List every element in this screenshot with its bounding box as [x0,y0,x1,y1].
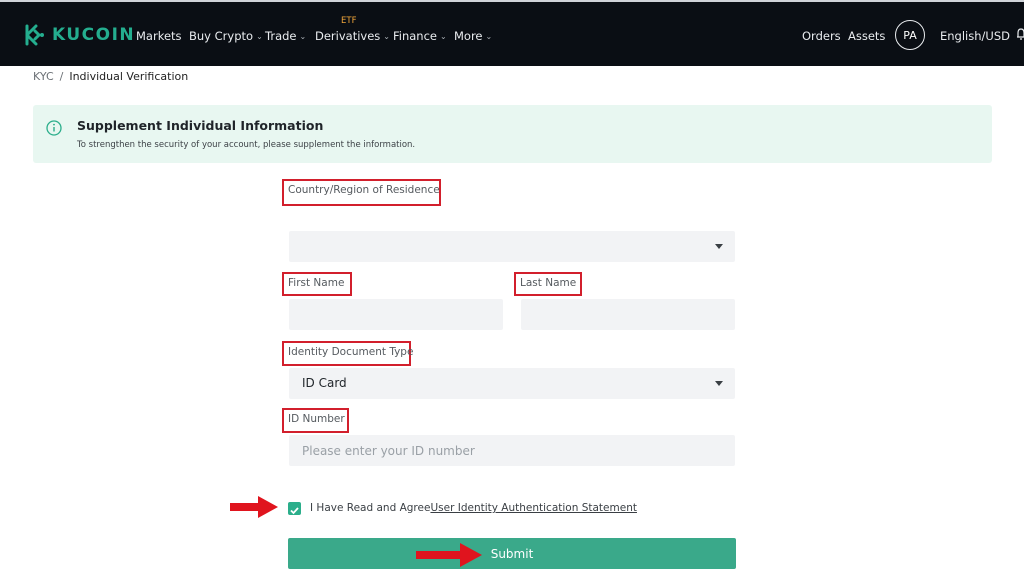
doc-type-label: Identity Document Type [282,341,414,366]
language-currency-selector[interactable]: English/USD [940,29,1010,43]
country-label: Country/Region of Residence [282,179,441,206]
nav-more-label: More [454,29,483,43]
id-number-input[interactable]: Please enter your ID number [289,435,735,466]
nav-markets-label: Markets [136,29,182,43]
submit-label: Submit [490,546,534,561]
avatar-initials: PA [903,28,917,42]
notice-description: To strengthen the security of your accou… [77,140,416,150]
last-name-input[interactable] [521,299,735,330]
chevron-down-icon: ⌄ [485,31,493,41]
chevron-down-icon: ⌄ [440,31,447,41]
country-select[interactable] [289,231,735,262]
bell-icon[interactable] [1016,28,1024,40]
etf-badge: ETF [341,16,357,26]
id-number-placeholder: Please enter your ID number [302,444,475,458]
doc-type-select[interactable]: ID Card [289,368,735,399]
breadcrumb-separator: / [59,70,64,83]
red-arrow-annotation [230,496,278,518]
kucoin-logo[interactable]: KUCOIN [24,24,135,46]
id-number-label-text: ID Number [288,413,345,425]
user-identity-statement-link[interactable]: User Identity Authentication Statement [430,502,637,514]
id-number-label: ID Number [282,408,349,433]
brand-name: KUCOIN [52,25,136,45]
breadcrumb: KYC / Individual Verification [33,70,188,83]
caret-down-icon [715,244,723,249]
nav-derivatives[interactable]: Derivatives ⌄ [315,29,390,43]
assets-link[interactable]: Assets [848,29,885,43]
notice-title: Supplement Individual Information [77,118,324,133]
orders-link[interactable]: Orders [802,29,841,43]
checkmark-icon [290,507,299,515]
doc-type-value: ID Card [302,376,347,390]
nav-buy-crypto-label: Buy Crypto [189,29,254,43]
breadcrumb-kyc[interactable]: KYC [33,70,54,83]
nav-derivatives-label: Derivatives [315,29,381,43]
info-notice: Supplement Individual Information To str… [33,105,992,163]
nav-buy-crypto[interactable]: Buy Crypto ⌄ [189,29,263,43]
first-name-label-text: First Name [288,277,345,289]
caret-down-icon [715,381,723,386]
nav-trade-label: Trade [265,29,297,43]
agree-prefix: I Have Read and Agree [310,502,431,514]
info-icon [46,120,62,136]
nav-finance[interactable]: Finance ⌄ [393,29,447,43]
nav-markets[interactable]: Markets [136,29,182,43]
chevron-down-icon: ⌄ [256,31,263,41]
avatar[interactable]: PA [895,20,925,50]
first-name-label: First Name [282,272,352,296]
last-name-label-text: Last Name [520,277,577,289]
country-label-text: Country/Region of Residence [288,184,440,196]
nav-finance-label: Finance [393,29,437,43]
doc-type-label-text: Identity Document Type [288,346,414,358]
nav-trade[interactable]: Trade ⌄ [265,29,306,43]
nav-more[interactable]: More ⌄ [454,29,492,43]
last-name-label: Last Name [514,272,582,296]
kucoin-logo-icon [25,24,44,46]
submit-button[interactable]: Submit [288,538,736,569]
breadcrumb-current: Individual Verification [69,70,189,83]
chevron-down-icon: ⌄ [299,31,307,41]
agree-checkbox[interactable] [288,502,301,515]
red-arrow-annotation [416,543,482,567]
top-navbar: KUCOIN Markets Buy Crypto ⌄ Trade ⌄ ETF … [0,0,1024,66]
agree-text: I Have Read and AgreeUser Identity Authe… [310,502,637,514]
chevron-down-icon: ⌄ [383,31,390,41]
first-name-input[interactable] [289,299,503,330]
